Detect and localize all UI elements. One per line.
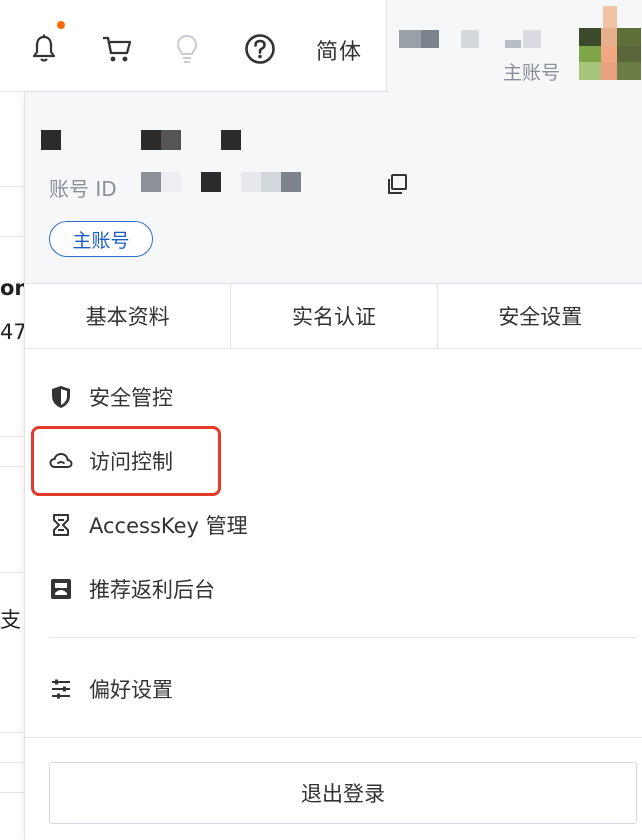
masked-account-name [505, 40, 521, 48]
masked-account-name [421, 30, 439, 48]
dashboard-icon [49, 577, 73, 601]
tab-security-settings[interactable]: 安全设置 [438, 284, 642, 348]
background-divider [0, 466, 24, 467]
masked-account-id [281, 172, 301, 192]
menu-item-label: AccessKey 管理 [89, 514, 248, 538]
tab-basic-info[interactable]: 基本资料 [25, 284, 232, 348]
menu-divider [49, 637, 637, 638]
lightbulb-icon[interactable] [170, 32, 204, 66]
avatar-fragment [603, 6, 617, 28]
background-divider [0, 762, 24, 763]
account-role-label: 主账号 [503, 62, 561, 84]
masked-account-id [141, 172, 161, 192]
masked-display-name [161, 130, 181, 150]
menu-item-label: 偏好设置 [89, 678, 173, 702]
menu-item-label: 推荐返利后台 [89, 578, 215, 602]
menu-item-label: 安全管控 [89, 386, 173, 410]
background-text: on [0, 276, 24, 300]
masked-display-name [221, 130, 241, 150]
account-tabs: 基本资料 实名认证 安全设置 [25, 283, 642, 349]
bell-icon[interactable] [27, 32, 61, 66]
masked-account-name [461, 30, 479, 48]
masked-account-id [261, 172, 281, 192]
copy-icon[interactable] [385, 172, 409, 196]
account-id-label: 账号 ID [49, 177, 117, 201]
masked-account-id [241, 172, 261, 192]
background-divider [0, 732, 24, 733]
key-icon [49, 513, 73, 537]
top-navigation-bar: 简体 主账号 [0, 0, 642, 92]
masked-account-name [399, 30, 421, 48]
menu-item-accesskey-management[interactable]: AccessKey 管理 [49, 505, 609, 545]
menu-item-referral-rebate-backend[interactable]: 推荐返利后台 [49, 569, 609, 609]
masked-display-name [41, 130, 61, 150]
background-text: 47 [0, 320, 24, 344]
masked-account-name [523, 30, 541, 48]
account-role-tag: 主账号 [49, 221, 153, 257]
masked-account-id [201, 172, 221, 192]
background-divider [0, 186, 24, 187]
avatar[interactable] [579, 28, 641, 80]
masked-account-id [161, 172, 181, 192]
shield-icon [49, 385, 73, 409]
background-text: 支 [0, 608, 21, 632]
menu-item-security-control[interactable]: 安全管控 [49, 377, 609, 417]
account-dropdown-panel: 账号 ID 主账号 基本资料 实名认证 安全设置 安全管控 访问控制 Acces… [24, 92, 642, 840]
help-icon[interactable] [243, 32, 277, 66]
background-divider [0, 236, 24, 237]
menu-item-preferences[interactable]: 偏好设置 [49, 669, 609, 709]
highlight-annotation-box [31, 426, 221, 496]
language-switcher[interactable]: 简体 [316, 34, 362, 66]
account-menu-trigger[interactable]: 主账号 [386, 0, 642, 92]
account-info-header: 账号 ID 主账号 [25, 92, 642, 283]
masked-display-name [141, 130, 161, 150]
sliders-icon [49, 677, 73, 701]
background-divider [0, 572, 24, 573]
cart-icon[interactable] [100, 32, 134, 66]
background-divider [0, 792, 24, 793]
logout-button[interactable]: 退出登录 [49, 762, 637, 824]
background-divider [0, 436, 24, 437]
tab-real-name-verification[interactable]: 实名认证 [231, 284, 438, 348]
notification-dot [57, 21, 65, 29]
menu-divider [25, 737, 642, 738]
